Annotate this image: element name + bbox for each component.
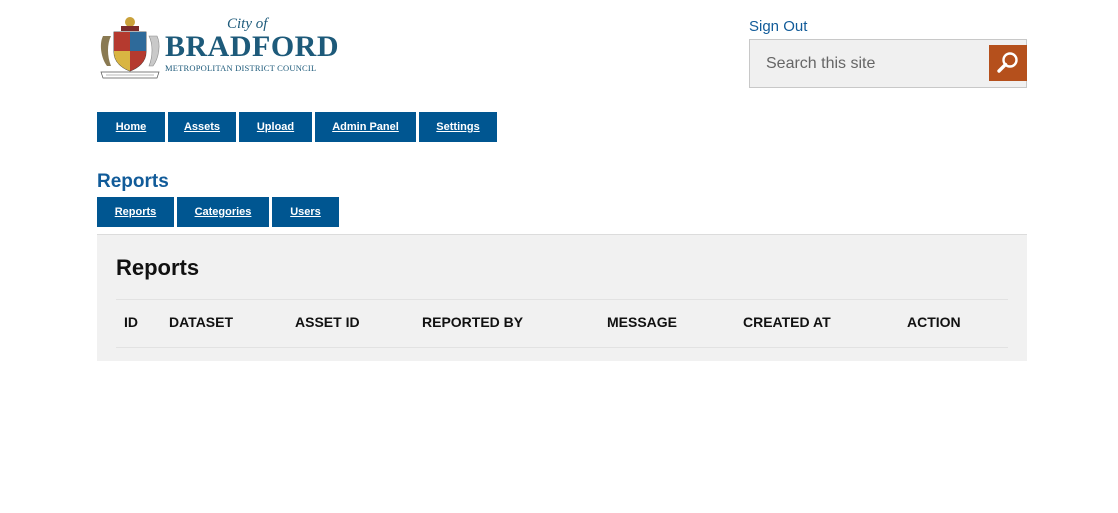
site-search: [749, 39, 1027, 88]
panel-title: Reports: [116, 255, 200, 280]
column-header-id: ID: [124, 314, 138, 330]
section-title: Reports: [97, 171, 169, 192]
subnav-categories[interactable]: Categories: [177, 197, 269, 227]
logo-city-name: BRADFORD: [165, 30, 339, 63]
nav-upload[interactable]: Upload: [239, 112, 312, 142]
coat-of-arms-icon: [100, 17, 160, 79]
nav-home[interactable]: Home: [97, 112, 165, 142]
subnav-reports[interactable]: Reports: [97, 197, 174, 227]
logo-subtitle: METROPOLITAN DISTRICT COUNCIL: [165, 63, 317, 73]
search-input[interactable]: [750, 40, 980, 87]
main-nav: Home Assets Upload Admin Panel Settings: [97, 112, 500, 142]
column-header-created-at: CREATED AT: [743, 314, 831, 330]
logo-wordmark: City of BRADFORD METROPOLITAN DISTRICT C…: [165, 16, 345, 73]
nav-admin-panel[interactable]: Admin Panel: [315, 112, 416, 142]
council-logo[interactable]: City of BRADFORD METROPOLITAN DISTRICT C…: [97, 14, 342, 84]
sign-out-link[interactable]: Sign Out: [749, 18, 807, 35]
admin-subnav: Reports Categories Users: [97, 197, 342, 227]
column-header-asset-id: ASSET ID: [295, 314, 360, 330]
column-header-dataset: DATASET: [169, 314, 234, 330]
nav-assets[interactable]: Assets: [168, 112, 236, 142]
nav-settings[interactable]: Settings: [419, 112, 497, 142]
column-header-message: MESSAGE: [607, 314, 678, 330]
search-button[interactable]: [989, 45, 1027, 81]
reports-table-header: ID DATASET ASSET ID REPORTED BY MESSAGE …: [116, 299, 1008, 348]
column-header-reported-by: REPORTED BY: [422, 314, 524, 330]
column-header-action: ACTION: [907, 314, 961, 330]
reports-panel: Reports ID DATASET ASSET ID REPORTED BY …: [97, 234, 1027, 361]
magnifier-icon: [997, 52, 1018, 73]
subnav-users[interactable]: Users: [272, 197, 339, 227]
